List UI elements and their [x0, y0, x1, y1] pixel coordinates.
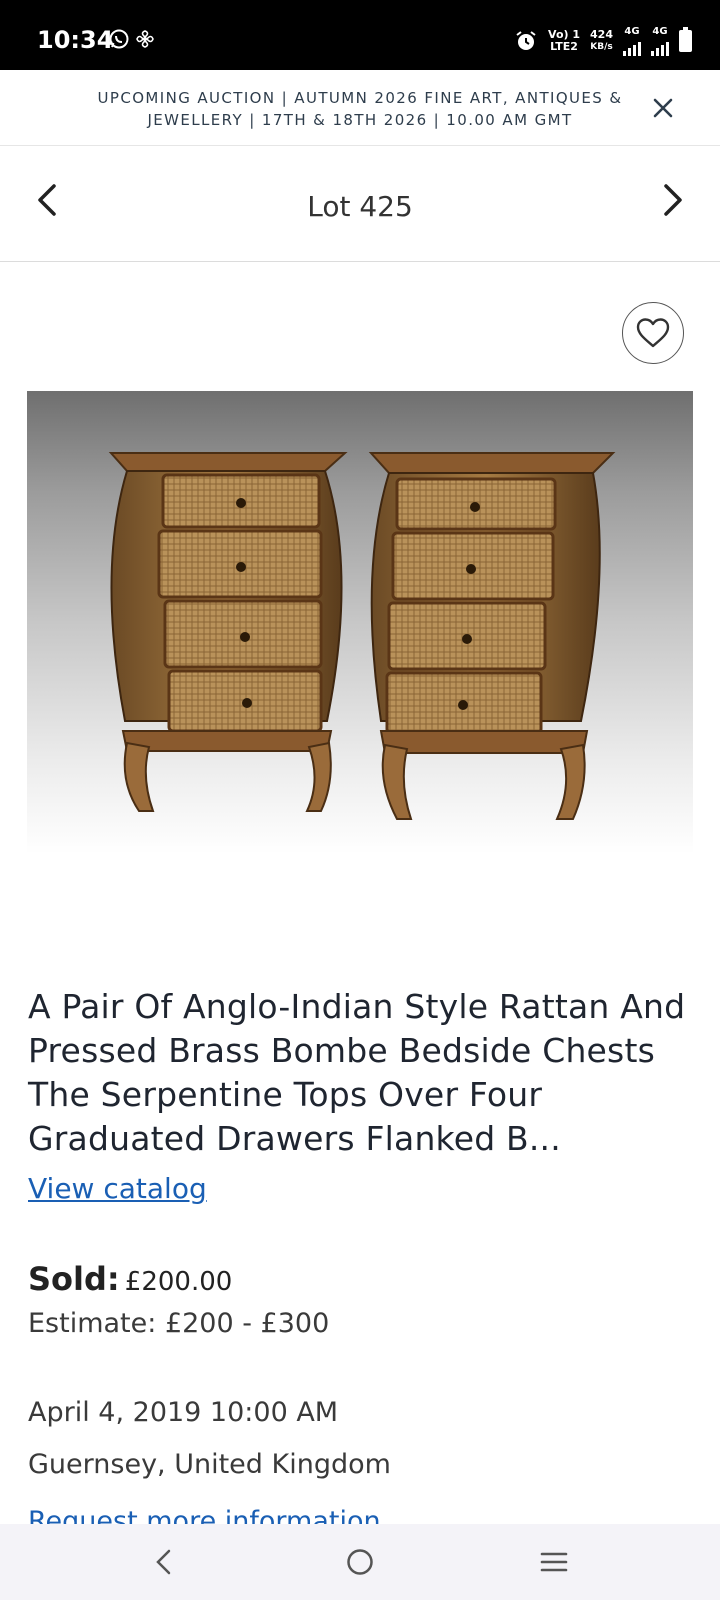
- recents-icon: [540, 1552, 568, 1572]
- home-button[interactable]: [342, 1544, 378, 1580]
- sim2-type: 4G: [652, 26, 668, 37]
- sold-value: £200.00: [124, 1267, 233, 1297]
- lot-number: Lot 425: [307, 190, 413, 223]
- sold-label: Sold:: [28, 1260, 120, 1298]
- lot-image[interactable]: [27, 391, 693, 854]
- lot-title: A Pair Of Anglo-Indian Style Rattan And …: [28, 987, 686, 1158]
- estimate: Estimate: £200 - £300: [28, 1308, 330, 1339]
- system-nav-bar: [0, 1524, 720, 1600]
- sold-price: Sold: £200.00: [28, 1260, 232, 1298]
- chevron-right-icon[interactable]: [654, 180, 690, 220]
- view-catalog-link[interactable]: View catalog: [28, 1172, 207, 1205]
- heart-icon: [636, 318, 670, 348]
- recents-button[interactable]: [536, 1544, 572, 1580]
- back-icon: [156, 1549, 171, 1575]
- favorite-button[interactable]: [622, 302, 684, 364]
- chests-illustration: [108, 452, 616, 820]
- signal-icon: [623, 38, 641, 56]
- speed-value: 424: [590, 28, 613, 41]
- status-bar: 10:34 Vo) 1 LTE2 424 KB/s 4G 4G: [0, 0, 720, 70]
- right-chest: [368, 452, 616, 820]
- home-icon: [347, 1549, 373, 1575]
- battery-icon: [679, 27, 692, 52]
- fan-icon: [136, 30, 154, 48]
- signal-icon: [651, 38, 669, 56]
- auction-banner: UPCOMING AUCTION | AUTUMN 2026 FINE ART,…: [0, 70, 720, 146]
- status-time: 10:34: [37, 26, 114, 54]
- speed-unit: KB/s: [590, 42, 613, 52]
- back-button[interactable]: [146, 1544, 182, 1580]
- network-lte: LTE2: [550, 40, 578, 53]
- banner-text: UPCOMING AUCTION | AUTUMN 2026 FINE ART,…: [97, 89, 623, 129]
- lot-navigation: Lot 425: [0, 146, 720, 262]
- sim1-type: 4G: [624, 26, 640, 37]
- close-icon[interactable]: [650, 95, 676, 121]
- whatsapp-icon: [109, 29, 129, 49]
- alarm-icon: [516, 31, 536, 50]
- auction-location: Guernsey, United Kingdom: [28, 1449, 391, 1480]
- auction-date: April 4, 2019 10:00 AM: [28, 1397, 339, 1428]
- left-chest: [108, 452, 348, 812]
